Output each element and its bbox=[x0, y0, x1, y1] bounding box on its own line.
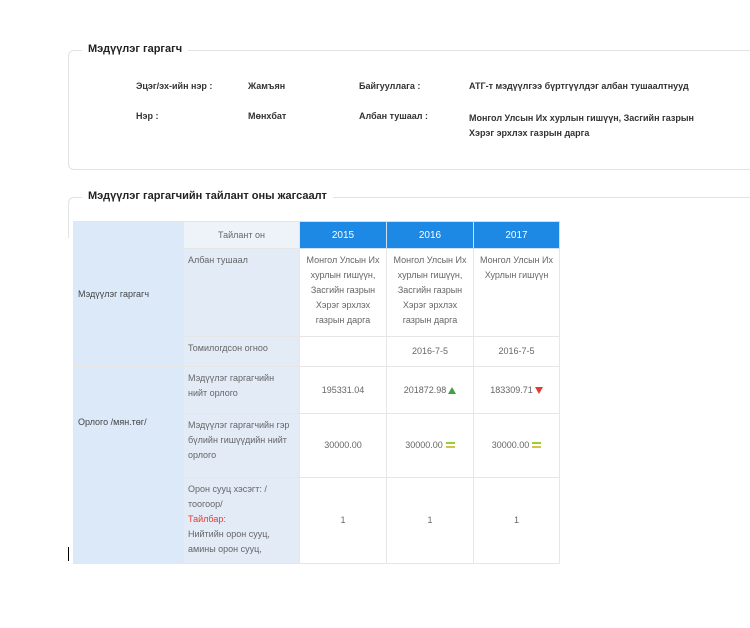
year-2017-header[interactable]: 2017 bbox=[473, 221, 560, 249]
family-income-2017: 30000.00 bbox=[473, 413, 560, 478]
trend-up-icon bbox=[448, 386, 457, 394]
appointed-2017: 2016-7-5 bbox=[473, 336, 560, 367]
position-2016: Монгол Улсын Их хурлын гишүүн, Засгийн г… bbox=[386, 248, 474, 337]
position-2017: Монгол Улсын Их Хурлын гишүүн bbox=[473, 248, 560, 337]
housing-2016: 1 bbox=[386, 477, 474, 564]
report-title: Мэдүүлэг гаргагчийн тайлант оны жагсаалт bbox=[82, 190, 333, 202]
declarant-title: Мэдүүлэг гаргагч bbox=[82, 43, 189, 55]
position-label: Албан тушаал : bbox=[359, 111, 428, 121]
father-name-label: Эцэг/эх-ийн нэр : bbox=[136, 81, 213, 91]
trend-equal-icon bbox=[532, 442, 542, 448]
father-name-value: Жамъян bbox=[248, 81, 286, 91]
housing-2017: 1 bbox=[473, 477, 560, 564]
organization-label: Байгууллага : bbox=[359, 81, 421, 91]
name-value: Мөнхбат bbox=[248, 111, 287, 121]
housing-2015: 1 bbox=[299, 477, 387, 564]
text-cursor bbox=[68, 547, 69, 561]
total-income-2017: 183309.71 bbox=[473, 366, 560, 414]
total-income-2015: 195331.04 bbox=[299, 366, 387, 414]
family-income-2015: 30000.00 bbox=[299, 413, 387, 478]
total-income-2016: 201872.98 bbox=[386, 366, 474, 414]
family-income-2016: 30000.00 bbox=[386, 413, 474, 478]
housing-category-cell bbox=[73, 477, 184, 564]
organization-value: АТГ-т мэдүүлгээ бүртгүүлдэг албан тушаал… bbox=[469, 81, 689, 91]
trend-equal-icon bbox=[445, 442, 455, 448]
appointed-2015 bbox=[299, 336, 387, 367]
report-table: Мэдүүлэг гаргагч Тайлант он 2015 2016 20… bbox=[73, 221, 560, 564]
position-value: Монгол Улсын Их хурлын гишүүн, Засгийн г… bbox=[469, 113, 694, 138]
family-income-label: Мэдүүлэг гаргагчийн гэр бүлийн гишүүдийн… bbox=[183, 413, 300, 478]
appointed-2016: 2016-7-5 bbox=[386, 336, 474, 367]
name-label: Нэр : bbox=[136, 111, 159, 121]
declarant-category-cell: Мэдүүлэг гаргагч bbox=[73, 221, 184, 367]
income-category-cell: Орлого /мян.төг/ bbox=[73, 366, 184, 478]
appointed-row-label: Томилогдсон огноо bbox=[183, 336, 300, 367]
total-income-2016-value: 201872.98 bbox=[403, 384, 447, 395]
family-income-2017-value: 30000.00 bbox=[491, 440, 530, 450]
year-header-label: Тайлант он bbox=[183, 221, 300, 249]
position-row-label: Албан тушаал bbox=[183, 248, 300, 337]
family-income-2016-value: 30000.00 bbox=[405, 440, 443, 450]
year-2016-header[interactable]: 2016 bbox=[386, 221, 474, 249]
total-income-2015-value: 195331.04 bbox=[321, 384, 365, 395]
housing-label: Орон сууц хэсэгт: /тоогоор/ bbox=[188, 484, 267, 509]
total-income-label: Мэдүүлэг гаргагчийн нийт орлого bbox=[183, 366, 300, 414]
position-2015: Монгол Улсын Их хурлын гишүүн, Засгийн г… bbox=[299, 248, 387, 337]
total-income-2017-value: 183309.71 bbox=[490, 384, 533, 395]
housing-row-label: Орон сууц хэсэгт: /тоогоор/ Тайлбар: Ний… bbox=[183, 477, 300, 564]
housing-description: Нийтийн орон сууц, амины орон сууц, зусл… bbox=[188, 529, 270, 554]
year-2015-header[interactable]: 2015 bbox=[299, 221, 387, 249]
trend-down-icon bbox=[534, 386, 543, 394]
declarant-panel bbox=[68, 50, 750, 170]
note-label: Тайлбар: bbox=[188, 514, 226, 524]
family-income-2015-value: 30000.00 bbox=[324, 440, 362, 450]
